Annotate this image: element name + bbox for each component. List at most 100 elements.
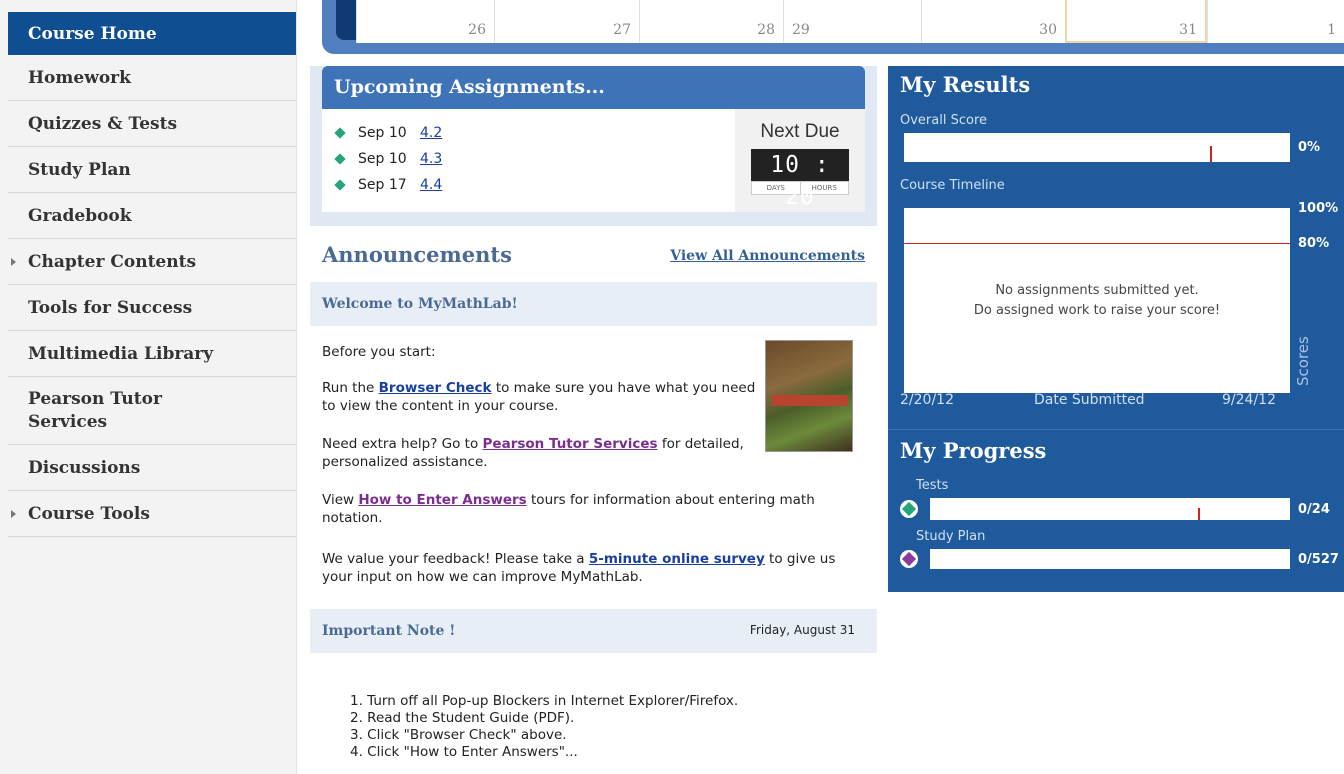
sidebar-item-pearson-tutor-services[interactable]: Pearson Tutor Services [8,377,296,445]
assignment-date: Sep 10 [358,125,407,141]
sidebar-item-course-tools[interactable]: Course Tools [8,491,296,537]
assignment-link[interactable]: 4.4 [420,177,442,193]
sidebar-item-label: Gradebook [28,205,132,226]
browser-check-link[interactable]: Browser Check [379,380,492,396]
text: Need extra help? Go to [322,436,483,452]
assignment-date: Sep 10 [358,151,407,167]
tests-label: Tests [916,478,949,493]
view-all-announcements-link[interactable]: View All Announcements [670,248,865,264]
list-item: Sep 17 4.4 [334,175,442,195]
sidebar-item-label: Study Plan [28,159,131,180]
sidebar-item-chapter-contents[interactable]: Chapter Contents [8,239,296,285]
important-note-band: Important Note ! Friday, August 31 [310,609,877,653]
pct-100-label: 100% [1298,201,1339,216]
overall-score-label: Overall Score [900,113,988,128]
announcements-title: Announcements [322,242,512,267]
answers-paragraph: View How to Enter Answers tours for info… [322,491,862,527]
calendar-day[interactable]: 27 [494,0,639,43]
course-timeline-chart: No assignments submitted yet. Do assigne… [904,208,1290,393]
unit-days: DAYS [766,184,785,192]
calendar-day[interactable]: 1 [1207,0,1344,43]
text: View [322,492,359,508]
calendar-day[interactable]: 29 [783,0,921,43]
announcements-panel: Announcements View All Announcements Wel… [310,226,877,774]
calendar-day[interactable]: 26 [356,0,494,43]
assignment-date: Sep 17 [358,177,407,193]
list-item: 4. Click "How to Enter Answers"... [350,744,578,760]
score-marker [1210,146,1212,162]
overall-score-value: 0% [1298,140,1321,155]
assignment-link[interactable]: 4.3 [420,151,442,167]
timeline-axis-label: Date Submitted [1034,392,1145,408]
sidebar-item-label: Tools for Success [28,297,193,318]
bullet-diamond-icon [334,179,346,191]
timeline-message-line: No assignments submitted yet. [995,283,1199,298]
overall-score-bar [904,133,1290,162]
tests-icon [900,500,918,518]
list-item: Sep 10 4.2 [334,123,442,143]
tutor-paragraph: Need extra help? Go to Pearson Tutor Ser… [322,435,762,471]
sidebar-nav: Course Home Homework Quizzes & Tests Stu… [8,12,296,537]
next-due-units: DAYS HOURS [751,181,849,195]
list-item: Sep 10 4.3 [334,149,442,169]
calendar-days: 26 27 28 29 30 31 1 [356,0,1344,43]
important-note-date: Friday, August 31 [749,623,855,637]
sidebar-item-label: Course Home [28,23,157,44]
course-timeline-label: Course Timeline [900,178,1005,193]
important-note-title: Important Note ! [322,623,456,639]
calendar-strip: 26 27 28 29 30 31 1 [322,0,1344,54]
welcome-band: Welcome to MyMathLab! [310,282,877,326]
text: We value your feedback! Please take a [322,551,589,567]
sidebar-item-discussions[interactable]: Discussions [8,445,296,491]
browser-check-paragraph: Run the Browser Check to make sure you h… [322,379,762,415]
tests-diamond-icon [901,501,917,517]
sidebar-item-label: Chapter Contents [28,251,197,272]
my-results-title: My Results [900,72,1031,97]
course-home-page: Course Home Homework Quizzes & Tests Stu… [0,0,1344,774]
sidebar-item-label: Pearson Tutor Services [28,388,162,432]
sidebar-item-label: Course Tools [28,503,150,524]
sidebar-item-study-plan[interactable]: Study Plan [8,147,296,193]
next-due-box: Next Due 10 : 20 DAYS HOURS [735,109,865,212]
textbook-title-band [772,395,848,406]
section-divider [888,429,1344,430]
sidebar-item-label: Multimedia Library [28,343,214,364]
calendar-day[interactable]: 28 [639,0,783,43]
next-due-label: Next Due [760,121,840,142]
list-item: 1. Turn off all Pop-up Blockers in Inter… [350,693,739,709]
sidebar-item-label: Homework [28,67,131,88]
my-progress-title: My Progress [900,438,1047,463]
next-due-clock: 10 : 20 [751,149,849,210]
sidebar-item-tools-for-success[interactable]: Tools for Success [8,285,296,331]
calendar-day[interactable]: 30 [921,0,1065,43]
instructions-list: 1. Turn off all Pop-up Blockers in Inter… [350,693,738,761]
list-item: 3. Click "Browser Check" above. [350,727,567,743]
survey-paragraph: We value your feedback! Please take a 5-… [322,550,862,586]
pct-80-label: 80% [1298,236,1330,251]
sidebar-item-quizzes-tests[interactable]: Quizzes & Tests [8,101,296,147]
expand-arrow-icon [11,509,16,518]
study-plan-label: Study Plan [916,529,986,544]
text: Run the [322,380,379,396]
assignment-link[interactable]: 4.2 [420,125,442,141]
how-to-enter-answers-link[interactable]: How to Enter Answers [358,492,526,508]
intro-text: Before you start: [322,344,436,360]
study-plan-progress-bar [930,549,1290,569]
study-plan-progress-value: 0/527 [1298,552,1339,567]
calendar-day-today[interactable]: 31 [1065,0,1207,43]
sidebar: Course Home Homework Quizzes & Tests Stu… [0,0,297,774]
sidebar-item-gradebook[interactable]: Gradebook [8,193,296,239]
welcome-title: Welcome to MyMathLab! [322,296,518,312]
online-survey-link[interactable]: 5-minute online survey [589,551,765,567]
textbook-cover-image [765,340,853,452]
bullet-diamond-icon [334,153,346,165]
sidebar-item-homework[interactable]: Homework [8,55,296,101]
pearson-tutor-services-link[interactable]: Pearson Tutor Services [483,436,658,452]
sidebar-item-label: Discussions [28,457,141,478]
progress-marker [1198,508,1200,520]
calendar-week-marker [336,0,356,40]
sidebar-item-multimedia-library[interactable]: Multimedia Library [8,331,296,377]
sidebar-item-course-home[interactable]: Course Home [8,12,296,55]
upcoming-list: Sep 10 4.2 Sep 10 4.3 Sep 17 4.4 [322,109,735,212]
tests-progress-bar [930,498,1290,520]
